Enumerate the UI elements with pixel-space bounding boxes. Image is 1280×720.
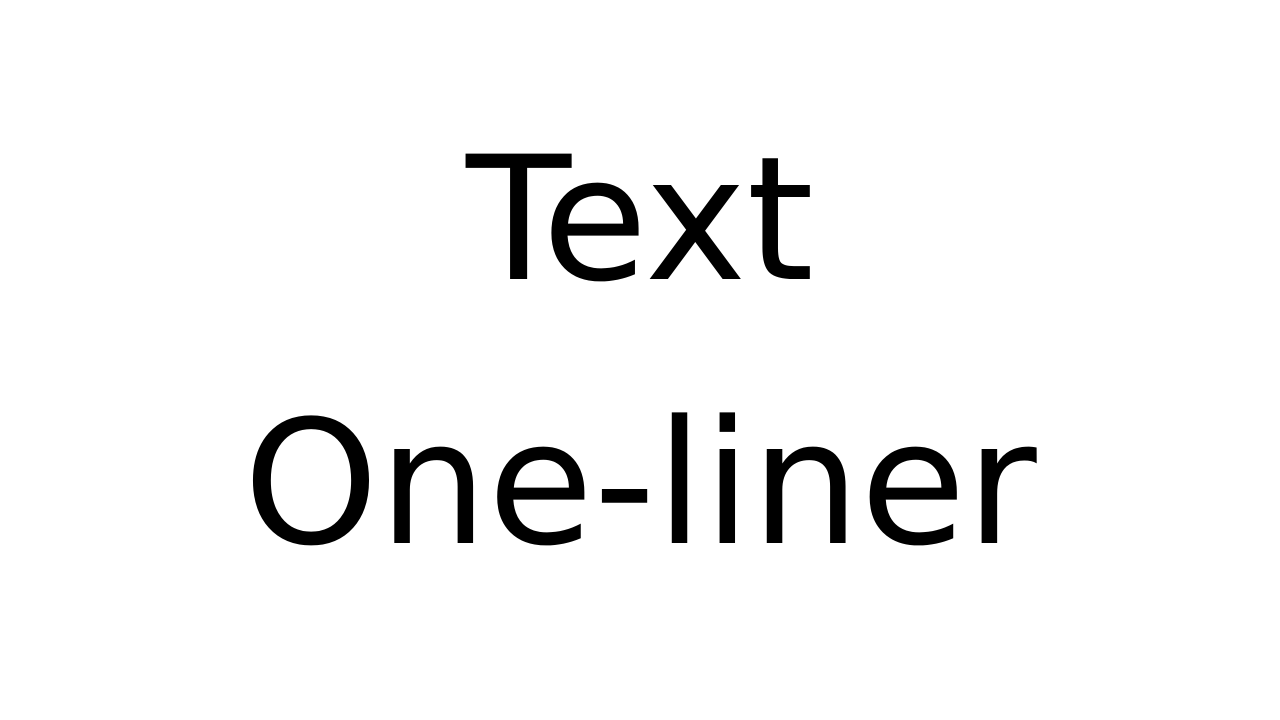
headline-line-1: Text — [466, 119, 814, 320]
slide-canvas: Text One-liner — [0, 0, 1280, 720]
headline-line-2: One-liner — [243, 383, 1037, 584]
